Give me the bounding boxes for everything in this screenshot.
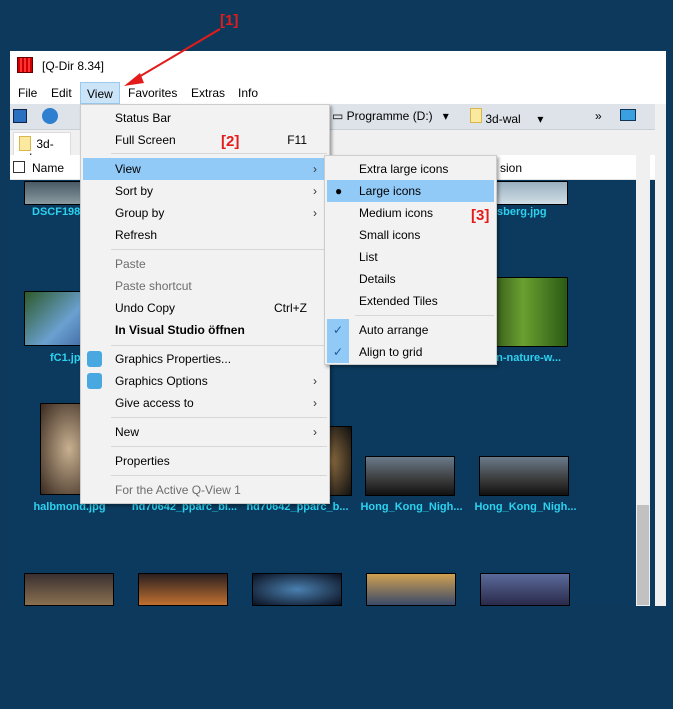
thumbnail[interactable]: [252, 573, 342, 606]
submenu-item-small-icons[interactable]: Small icons: [327, 224, 494, 246]
submenu-item-extra-large-icons[interactable]: Extra large icons: [327, 158, 494, 180]
vertical-scrollbar[interactable]: [636, 155, 650, 606]
column-name[interactable]: Name: [32, 161, 64, 175]
submenu-item-medium-icons[interactable]: Medium icons: [327, 202, 494, 224]
graphics-icon: [87, 351, 102, 367]
menu-item-paste[interactable]: Paste: [83, 253, 327, 275]
menu-item-refresh[interactable]: Refresh: [83, 224, 327, 246]
thumbnail[interactable]: [365, 456, 455, 496]
back-icon[interactable]: [42, 108, 58, 124]
view-submenu: Extra large icons ● Large icons Medium ic…: [324, 155, 497, 365]
file-label[interactable]: Hong_Kong_Nigh...: [354, 501, 469, 513]
menu-file[interactable]: File: [18, 86, 37, 100]
menu-view[interactable]: View: [80, 82, 120, 104]
submenu-item-details[interactable]: Details: [327, 268, 494, 290]
menu-info[interactable]: Info: [238, 86, 258, 100]
menu-item-graphics-properties[interactable]: Graphics Properties...: [83, 348, 327, 370]
menu-item-group-by[interactable]: Group by ›: [83, 202, 327, 224]
checkmark-icon: ✓: [327, 319, 349, 341]
menu-item-active-qview[interactable]: For the Active Q-View 1: [83, 479, 327, 501]
chevron-more-icon[interactable]: »: [595, 109, 602, 123]
menu-item-full-screen[interactable]: Full Screen F11: [83, 129, 327, 151]
folder-icon: [19, 136, 31, 151]
menu-item-status-bar[interactable]: Status Bar: [83, 107, 327, 129]
menu-edit[interactable]: Edit: [51, 86, 72, 100]
radio-bullet-icon: ●: [335, 184, 343, 198]
annotation-3: [3]: [471, 207, 490, 224]
menu-item-view[interactable]: View ›: [83, 158, 327, 180]
panel-icon[interactable]: [13, 109, 27, 123]
checkmark-icon: ✓: [327, 341, 349, 363]
thumbnail[interactable]: [480, 573, 570, 606]
thumbnail[interactable]: [479, 456, 569, 496]
menu-item-give-access[interactable]: Give access to ›: [83, 392, 327, 414]
submenu-item-align-to-grid[interactable]: ✓ Align to grid: [327, 341, 494, 363]
column-extension[interactable]: sion: [500, 161, 522, 175]
thumbnail[interactable]: [366, 573, 456, 606]
submenu-item-large-icons[interactable]: ● Large icons: [327, 180, 494, 202]
drive-label: Programme (D:): [346, 109, 433, 123]
menu-item-graphics-options[interactable]: Graphics Options ›: [83, 370, 327, 392]
drive-dropdown[interactable]: ▭ Programme (D:) ▾: [332, 109, 449, 123]
view-menu: Status Bar Full Screen F11 View › Sort by ›…: [80, 104, 330, 504]
menu-item-sort-by[interactable]: Sort by ›: [83, 180, 327, 202]
annotation-2: [2]: [221, 133, 240, 150]
annotation-arrow: [124, 28, 221, 86]
file-label[interactable]: en-nature-w...: [490, 352, 605, 364]
select-all-checkbox[interactable]: [13, 161, 25, 173]
menu-item-paste-shortcut[interactable]: Paste shortcut: [83, 275, 327, 297]
monitor-icon[interactable]: [620, 109, 636, 121]
folder-icon: [470, 108, 482, 123]
graphics-icon: [87, 373, 102, 389]
title-bar: [Q-Dir 8.34]: [10, 51, 666, 82]
submenu-item-list[interactable]: List: [327, 246, 494, 268]
thumbnail[interactable]: [24, 573, 114, 606]
menu-bar: File Edit View Favorites Extras Info: [10, 82, 666, 104]
tab-3d-wal[interactable]: 3d-wal: [13, 132, 71, 165]
folder-dropdown[interactable]: 3d-wal ▾: [470, 108, 543, 126]
second-pane-edge: [655, 104, 666, 606]
submenu-item-extended-tiles[interactable]: Extended Tiles: [327, 290, 494, 312]
app-icon: [17, 57, 33, 73]
thumbnail[interactable]: [138, 573, 228, 606]
folder-label: 3d-wal: [485, 112, 521, 126]
window-title: [Q-Dir 8.34]: [42, 59, 105, 73]
menu-item-new[interactable]: New ›: [83, 421, 327, 443]
submenu-item-auto-arrange[interactable]: ✓ Auto arrange: [327, 319, 494, 341]
menu-item-properties[interactable]: Properties: [83, 450, 327, 472]
file-label[interactable]: Hong_Kong_Nigh...: [468, 501, 583, 513]
menu-item-visual-studio[interactable]: In Visual Studio öffnen: [83, 319, 327, 341]
menu-item-undo-copy[interactable]: Undo Copy Ctrl+Z: [83, 297, 327, 319]
